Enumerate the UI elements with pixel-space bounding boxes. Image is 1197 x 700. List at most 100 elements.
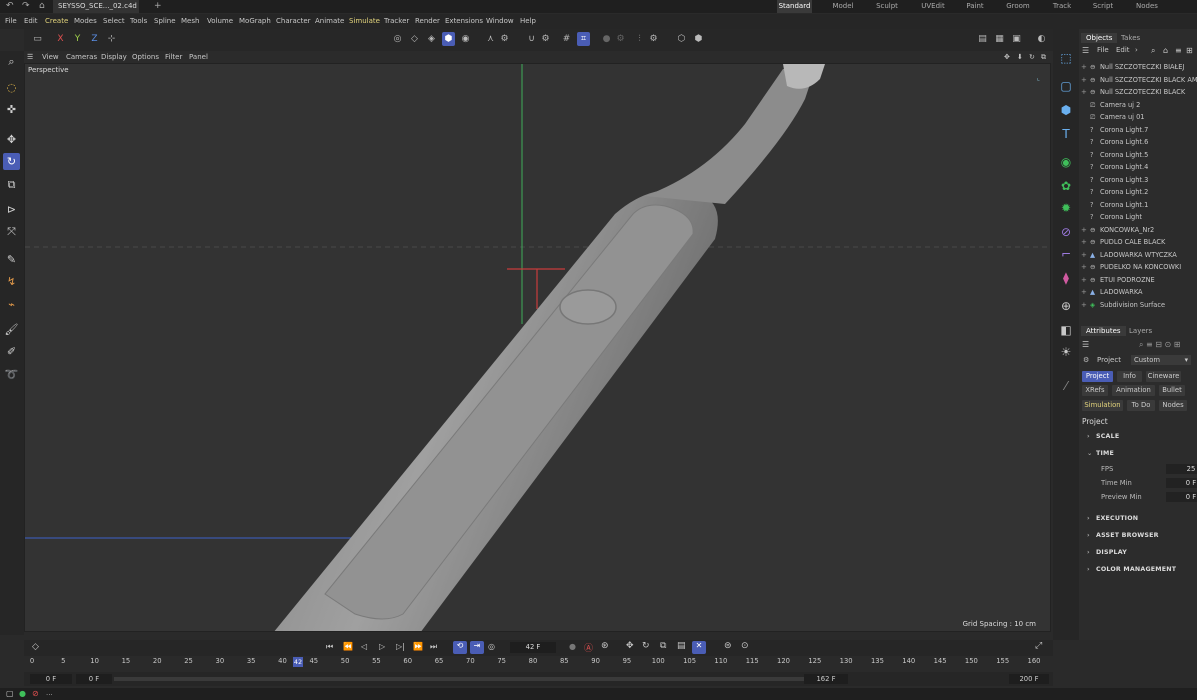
snap-icon[interactable]: ⋏ [484, 32, 497, 46]
cloner-icon[interactable]: ✿ [1057, 177, 1075, 195]
object-row[interactable]: ? Corona Light.2 [1079, 186, 1197, 198]
grid-icon[interactable]: # [560, 32, 573, 46]
layout-tab-groom[interactable]: Groom [1002, 0, 1034, 13]
magnet-icon[interactable]: ∪ [525, 32, 538, 46]
object-row[interactable]: ? Corona Light.1 [1079, 199, 1197, 211]
previous-key-icon[interactable]: ⏪ [343, 642, 353, 651]
key-pla-icon[interactable]: ✕ [692, 641, 706, 654]
search-icon[interactable]: ⌕ [3, 53, 20, 70]
search-icon[interactable]: ⌕ [1151, 46, 1155, 56]
tab-layers[interactable]: Layers [1124, 326, 1157, 336]
motion-clip-icon[interactable]: ⊜ [724, 641, 732, 651]
layout-tab-standard[interactable]: Standard [777, 0, 812, 13]
object-row[interactable]: ? Corona Light.5 [1079, 149, 1197, 161]
render-view-icon[interactable]: ⬡ [675, 32, 688, 46]
symmetry-settings-icon[interactable]: ⚙ [647, 32, 660, 46]
render-picture-viewer-icon[interactable]: ⬢ [692, 32, 705, 46]
object-row[interactable]: ? Corona Light.3 [1079, 174, 1197, 186]
object-row[interactable]: + ⊖ KONCOWKA_Nr2 [1079, 224, 1197, 236]
menu-mesh[interactable]: Mesh [181, 14, 199, 29]
timeline-expand-icon[interactable]: ⤢ [1035, 641, 1042, 651]
menu-select[interactable]: Select [103, 14, 125, 29]
object-row[interactable]: ⎚ Camera uj 01 [1079, 111, 1197, 123]
render-active-view-icon[interactable]: ▦ [993, 32, 1006, 46]
objects-hamburger-icon[interactable]: ☰ [1082, 46, 1089, 55]
viewport-menu-options[interactable]: Options [132, 51, 159, 63]
chip-bullet[interactable]: Bullet [1159, 385, 1185, 396]
menu-edit[interactable]: Edit [24, 14, 38, 29]
points-mode-icon[interactable]: ◎ [391, 32, 404, 46]
tab-objects[interactable]: Objects [1081, 33, 1118, 43]
object-row[interactable]: + ⊖ Null SZCZOTECZKI BLACK AM [1079, 74, 1197, 86]
menu-render[interactable]: Render [415, 14, 440, 29]
bend-deformer-icon[interactable]: ⌐ [1057, 245, 1075, 263]
render-queue-icon[interactable]: ▣ [1010, 32, 1023, 46]
select-tool-icon[interactable]: ✜ [3, 101, 20, 118]
keyframe-icon[interactable]: ◇ [32, 642, 39, 652]
object-row[interactable]: ? Corona Light.4 [1079, 161, 1197, 173]
object-row[interactable]: + ⊖ ETUI PODROZNE [1079, 274, 1197, 286]
error-icon[interactable]: ⊘ [32, 689, 39, 698]
chip-animation[interactable]: Animation [1112, 385, 1155, 396]
add-icon[interactable]: ⊞ [1186, 46, 1193, 55]
object-row[interactable]: + ◈ Subdivision Surface [1079, 299, 1197, 311]
current-frame-field[interactable]: 42 F [510, 642, 556, 653]
tab-attributes[interactable]: Attributes [1081, 326, 1126, 336]
menu-window[interactable]: Window [486, 14, 514, 29]
attributes-hamburger-icon[interactable]: ☰ [1082, 340, 1089, 349]
expand-icon[interactable]: + [1081, 224, 1087, 236]
knife-icon[interactable]: ✐ [3, 343, 20, 360]
expand-icon[interactable]: + [1081, 261, 1087, 273]
axis-z-button[interactable]: Z [88, 32, 101, 46]
move-tool-icon[interactable]: ✥ [3, 131, 20, 148]
object-row[interactable]: + ⊖ Null SZCZOTECZKI BIAŁEJ [1079, 61, 1197, 73]
playback-range-icon[interactable]: ⇥ [470, 641, 484, 654]
add-tab-button[interactable]: + [154, 0, 162, 13]
object-row[interactable]: ? Corona Light.6 [1079, 136, 1197, 148]
lasso-icon[interactable]: ➰ [3, 366, 20, 383]
viewport-menu-cameras[interactable]: Cameras [66, 51, 97, 63]
fps-field[interactable]: 25 [1166, 464, 1197, 474]
axis-x-button[interactable]: X [54, 32, 67, 46]
layout-tab-model[interactable]: Model [828, 0, 858, 13]
key-rotate-icon[interactable]: ↻ [642, 641, 650, 651]
expand-icon[interactable]: + [1081, 299, 1087, 311]
object-row[interactable]: + ▲ LADOWARKA [1079, 286, 1197, 298]
back-icon[interactable]: ↶ [6, 0, 14, 13]
spline-sketch-icon[interactable]: ↯ [3, 273, 20, 290]
menu-volume[interactable]: Volume [207, 14, 233, 29]
objects-menu-edit[interactable]: Edit [1116, 46, 1130, 54]
expand-icon[interactable]: + [1081, 286, 1087, 298]
home-icon[interactable]: ⌂ [39, 0, 45, 13]
expand-icon[interactable]: + [1081, 249, 1087, 261]
viewport-menu-display[interactable]: Display [101, 51, 127, 63]
spline-pen-icon[interactable]: ✎ [3, 251, 20, 268]
expand-icon[interactable]: + [1081, 274, 1087, 286]
polygon-object-icon[interactable]: ⬢ [1057, 101, 1075, 119]
effector-icon[interactable]: ✹ [1057, 199, 1075, 217]
range-slider[interactable] [114, 677, 804, 681]
texture-mode-icon[interactable]: ◉ [459, 32, 472, 46]
timeline-ruler[interactable]: 0 5 10 15 20 25 30 35 40 45 50 55 60 65 70 75 80 85 90 95 10… [24, 656, 1053, 672]
console-icon[interactable]: ▢ [6, 689, 14, 698]
range-start-field[interactable]: 0 F [30, 674, 72, 684]
viewport-rotate-icon[interactable]: ↻ [1029, 51, 1035, 63]
expand-icon[interactable]: + [1081, 236, 1087, 248]
menu-create[interactable]: Create [45, 14, 68, 29]
record-icon[interactable]: ● [569, 642, 576, 651]
menu-animate[interactable]: Animate [315, 14, 344, 29]
light-object-icon[interactable]: ☀ [1057, 343, 1075, 361]
section-color-management[interactable]: › COLOR MANAGEMENT [1087, 566, 1176, 573]
menu-tracker[interactable]: Tracker [384, 14, 409, 29]
sound-icon[interactable]: ◎ [488, 642, 495, 651]
camera-object-icon[interactable]: ◧ [1057, 321, 1075, 339]
document-tab[interactable]: SEYSSO_SCE..._02.c4d * [53, 0, 139, 23]
chip-nodes[interactable]: Nodes [1159, 400, 1187, 411]
environment-icon[interactable]: ⊕ [1057, 297, 1075, 315]
chip-info[interactable]: Info [1117, 371, 1142, 382]
snap-settings-icon[interactable]: ⚙ [498, 32, 511, 46]
object-row[interactable]: + ▲ LADOWARKA WTYCZKA [1079, 249, 1197, 261]
chip-todo[interactable]: To Do [1127, 400, 1155, 411]
autokey-icon[interactable]: Ⓐ [584, 641, 593, 654]
play-icon[interactable]: ▷ [379, 642, 385, 651]
